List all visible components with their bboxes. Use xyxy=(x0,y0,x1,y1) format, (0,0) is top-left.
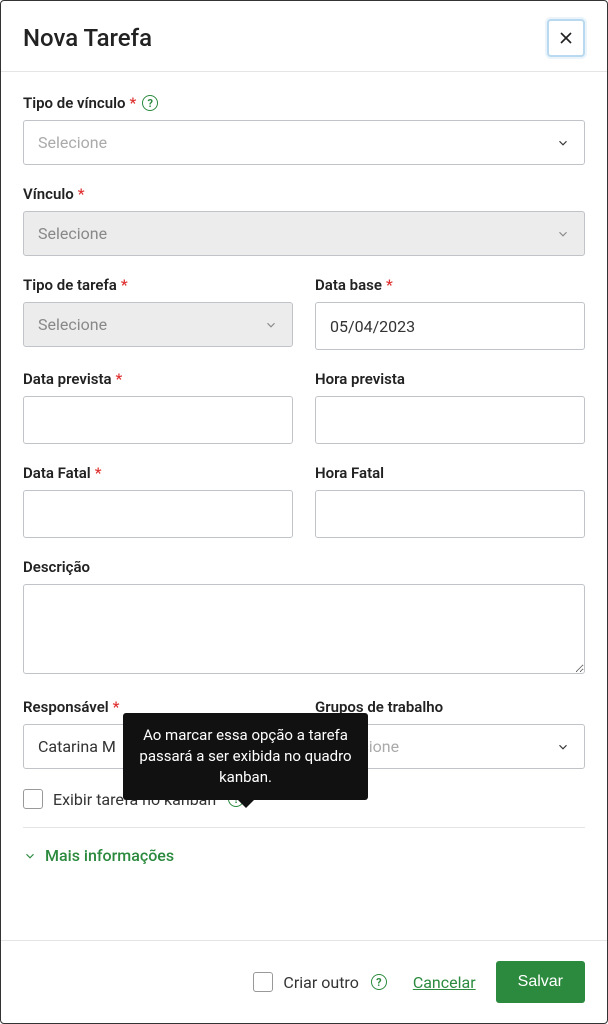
divider xyxy=(23,827,585,828)
help-icon[interactable]: ? xyxy=(142,95,158,111)
chevron-down-icon xyxy=(264,318,278,332)
descricao-textarea[interactable] xyxy=(23,584,585,674)
help-icon[interactable]: ? xyxy=(371,974,387,990)
modal-header: Nova Tarefa xyxy=(1,1,607,72)
tipo-vinculo-label: Tipo de vínculo* ? xyxy=(23,94,585,112)
hora-fatal-input[interactable] xyxy=(315,490,585,538)
close-button[interactable] xyxy=(547,19,585,57)
chevron-down-icon xyxy=(23,849,37,863)
chevron-down-icon xyxy=(556,136,570,150)
kanban-checkbox[interactable] xyxy=(23,789,43,809)
more-info-toggle[interactable]: Mais informações xyxy=(23,846,585,865)
tipo-tarefa-select[interactable]: Selecione xyxy=(23,302,293,347)
tipo-vinculo-select[interactable]: Selecione xyxy=(23,120,585,165)
descricao-label: Descrição xyxy=(23,558,585,576)
criar-outro-checkbox[interactable] xyxy=(253,972,273,992)
data-prevista-label: Data prevista* xyxy=(23,370,293,388)
chevron-down-icon xyxy=(556,227,570,241)
hora-prevista-input[interactable] xyxy=(315,396,585,444)
data-base-input[interactable] xyxy=(315,302,585,350)
new-task-modal: Nova Tarefa Tipo de vínculo* ? Selecione… xyxy=(0,0,608,1024)
cancel-button[interactable]: Cancelar xyxy=(413,973,476,992)
close-icon xyxy=(556,28,576,48)
vinculo-select[interactable]: Selecione xyxy=(23,211,585,256)
criar-outro-row: Criar outro ? xyxy=(253,972,386,992)
criar-outro-label: Criar outro xyxy=(283,973,358,992)
data-fatal-input[interactable] xyxy=(23,490,293,538)
modal-title: Nova Tarefa xyxy=(23,24,152,52)
data-prevista-input[interactable] xyxy=(23,396,293,444)
kanban-tooltip: Ao marcar essa opção a tarefa passará a … xyxy=(123,713,368,800)
modal-body: Tipo de vínculo* ? Selecione Vínculo* Se… xyxy=(1,72,607,940)
modal-footer: Criar outro ? Cancelar Salvar xyxy=(1,940,607,1023)
data-base-label: Data base* xyxy=(315,276,585,294)
hora-fatal-label: Hora Fatal xyxy=(315,464,585,482)
chevron-down-icon xyxy=(556,740,570,754)
data-fatal-label: Data Fatal* xyxy=(23,464,293,482)
hora-prevista-label: Hora prevista xyxy=(315,370,585,388)
save-button[interactable]: Salvar xyxy=(496,961,585,1003)
tipo-tarefa-label: Tipo de tarefa* xyxy=(23,276,293,294)
vinculo-label: Vínculo* xyxy=(23,185,585,203)
